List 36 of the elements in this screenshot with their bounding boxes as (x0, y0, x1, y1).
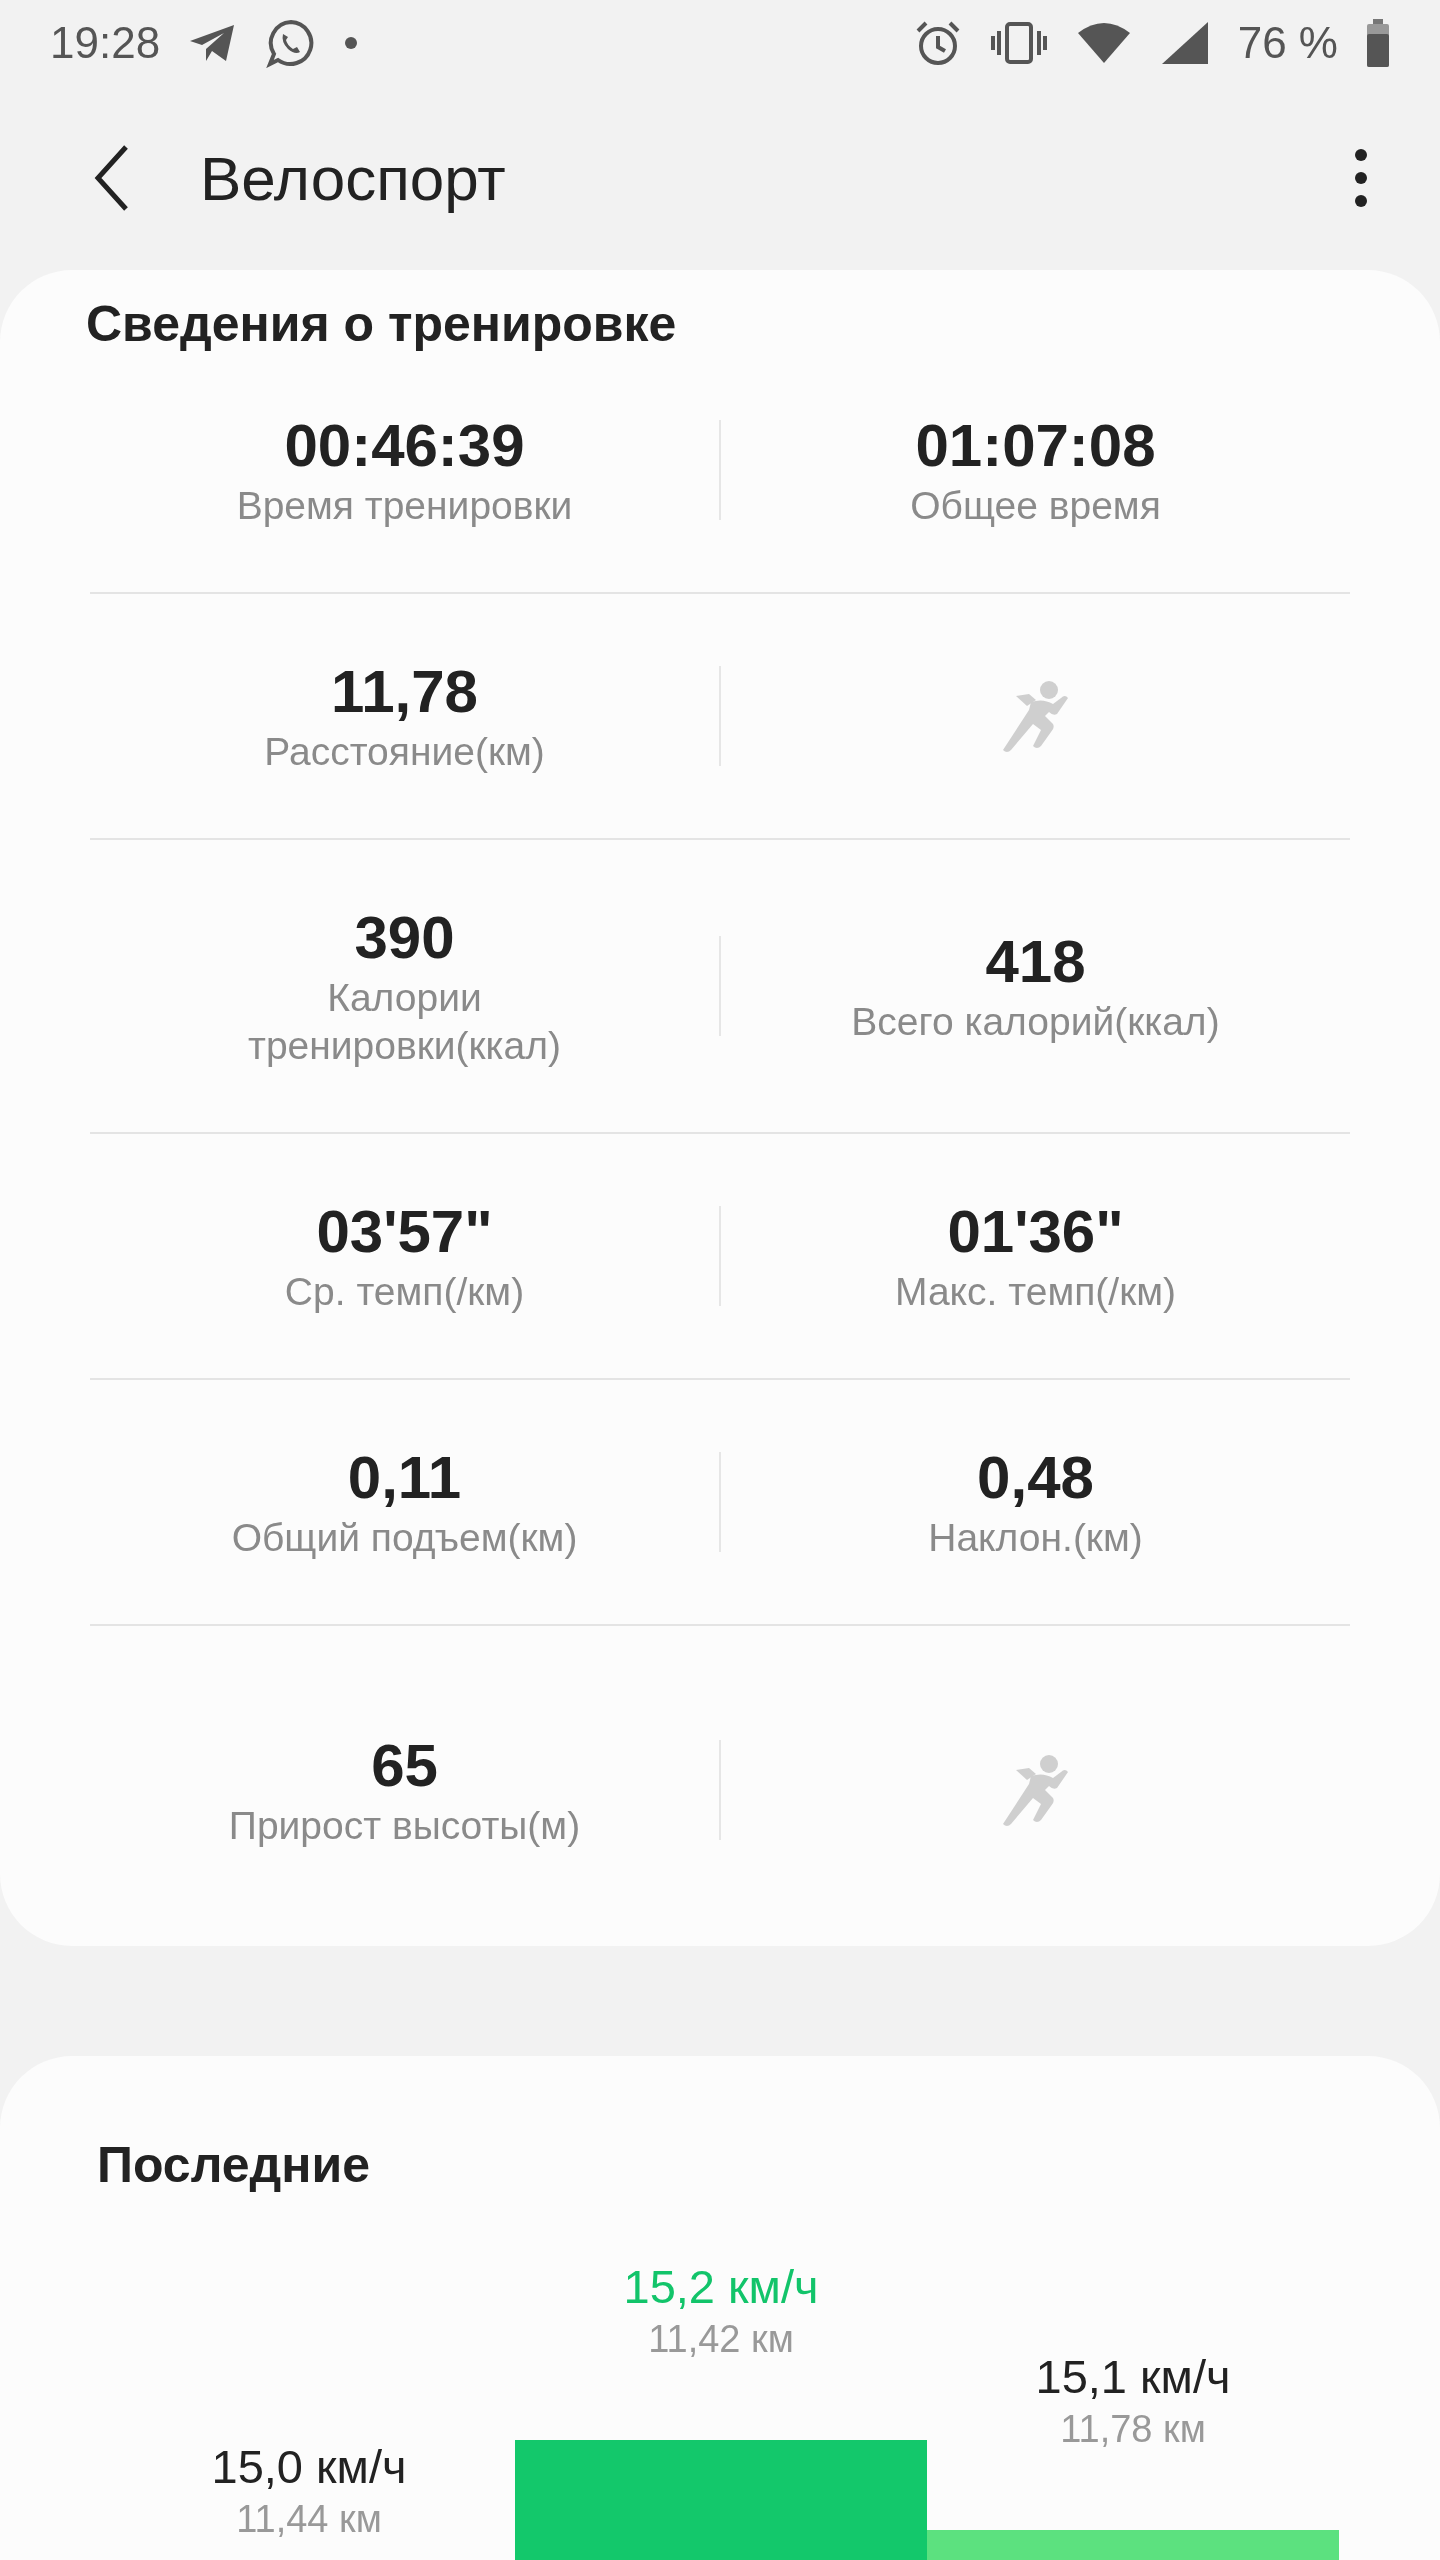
distance-label: 11,44 км (236, 2497, 382, 2542)
metric-value: 03'57" (316, 1197, 493, 1267)
metric-label: Общий подъем(км) (231, 1515, 578, 1561)
metric-value: 390 (354, 903, 455, 973)
distance-label: 11,78 км (1060, 2407, 1206, 2452)
dot-icon (344, 36, 359, 50)
metric-value: 418 (985, 927, 1086, 997)
section-title: Сведения о тренировке (86, 295, 677, 354)
metric-label: Калории тренировки(ккал) (248, 975, 561, 1069)
section-title: Последние (96, 2136, 371, 2194)
metric-value: 0,48 (977, 1443, 1094, 1513)
metric-value: 00:46:39 (284, 411, 525, 481)
metric-label: Ср. темп(/км) (284, 1269, 525, 1315)
screen-title: Велоспорт (200, 142, 507, 214)
vibrate-icon (989, 21, 1048, 65)
distance-label: 11,42 км (648, 2317, 794, 2362)
battery-icon (1366, 19, 1390, 67)
metric-value: 01:07:08 (915, 411, 1156, 481)
clock-time: 19:28 (50, 18, 161, 68)
metric-label: Прирост высоты(м) (228, 1803, 581, 1849)
battery-percent: 76 % (1237, 18, 1338, 68)
metric-value: 11,78 (331, 657, 478, 727)
more-vertical-icon (1354, 148, 1368, 208)
metric-label: Время тренировки (236, 483, 573, 529)
speed-label: 15,0 км/ч (211, 2439, 407, 2495)
speed-label: 15,1 км/ч (1035, 2349, 1231, 2405)
metric-value: 0,11 (347, 1443, 462, 1513)
metric-label: Наклон.(км) (928, 1515, 1143, 1561)
metric-label: Расстояние(км) (264, 729, 545, 775)
metric-value: 65 (371, 1731, 438, 1801)
metric-label: Всего калорий(ккал) (851, 999, 1220, 1045)
wifi-icon (1075, 21, 1132, 65)
metric-value: 01'36" (947, 1197, 1124, 1267)
metric-label: Макс. темп(/км) (895, 1269, 1176, 1315)
metric-label: Общее время (910, 483, 1161, 529)
speed-label: 15,2 км/ч (623, 2259, 819, 2315)
